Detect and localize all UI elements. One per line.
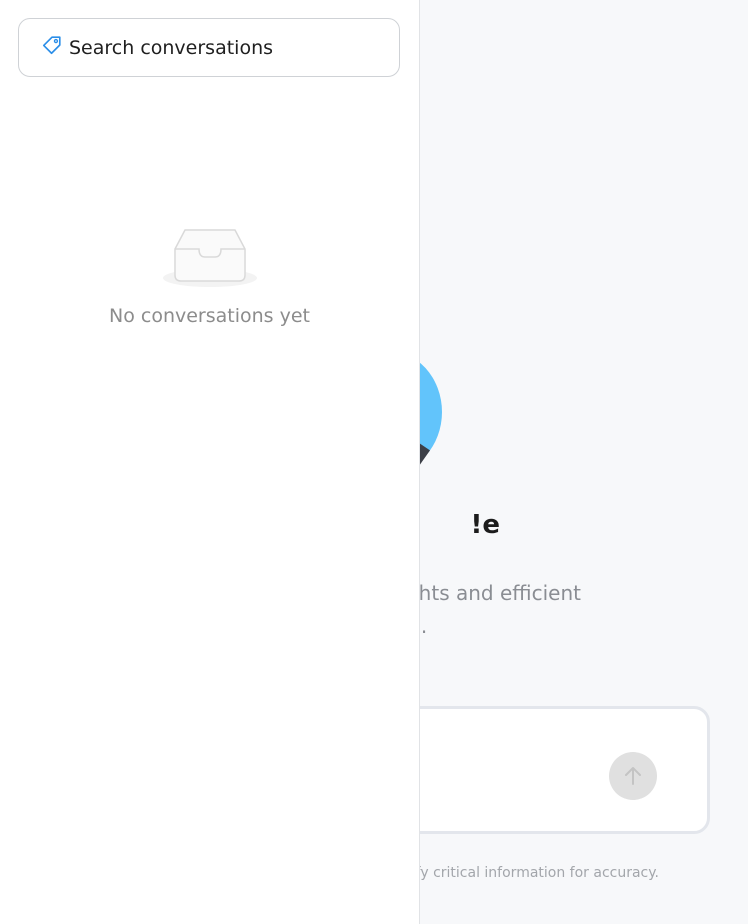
empty-state-text: No conversations yet <box>109 305 310 327</box>
search-input[interactable] <box>69 36 369 59</box>
tag-icon <box>42 35 61 54</box>
search-box[interactable] <box>18 18 400 77</box>
send-button[interactable] <box>609 752 657 800</box>
inbox-icon <box>162 229 257 287</box>
empty-state: No conversations yet <box>0 225 419 327</box>
arrow-up-icon <box>625 767 641 785</box>
conversation-sidebar: No conversations yet <box>0 0 420 924</box>
